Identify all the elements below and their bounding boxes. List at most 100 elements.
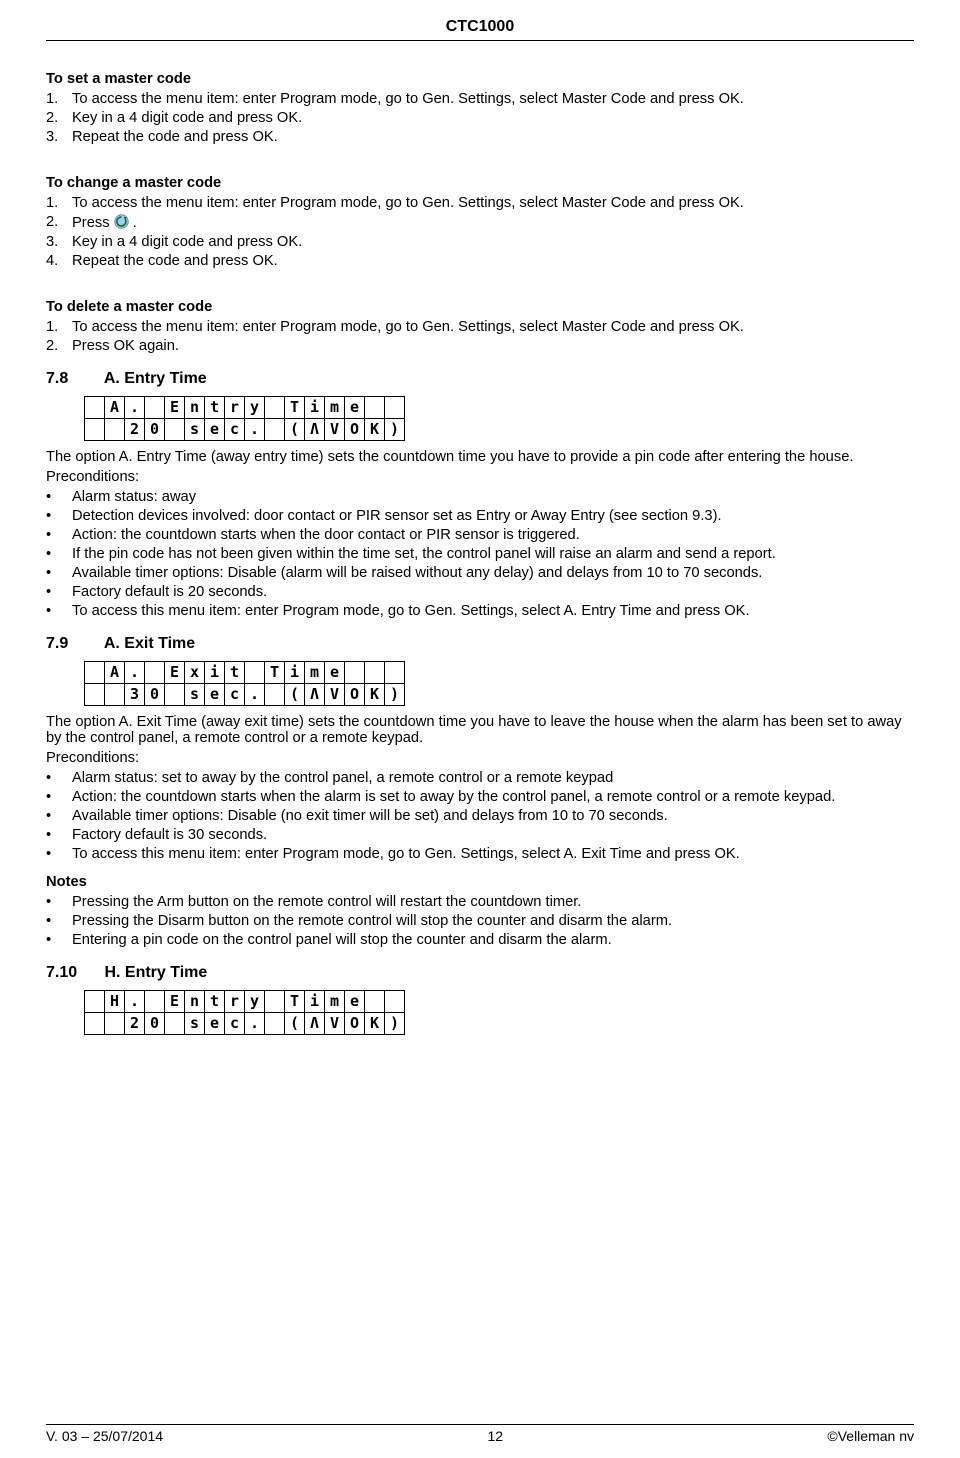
bullet-marker: • bbox=[46, 489, 72, 505]
bullet-text: Action: the countdown starts when the do… bbox=[72, 527, 580, 543]
paragraph: The option A. Exit Time (away exit time)… bbox=[46, 714, 914, 746]
lcd-cell: T bbox=[285, 991, 305, 1013]
lcd-cell: K bbox=[365, 1013, 385, 1035]
lcd-cell: . bbox=[245, 684, 265, 706]
lcd-cell bbox=[345, 662, 365, 684]
bullet-item: •Pressing the Arm button on the remote c… bbox=[46, 894, 914, 910]
lcd-cell: K bbox=[365, 419, 385, 441]
lcd-cell: e bbox=[205, 1013, 225, 1035]
bullet-marker: • bbox=[46, 603, 72, 619]
lcd-cell: 2 bbox=[125, 419, 145, 441]
lcd-cell: A bbox=[105, 397, 125, 419]
text: Press . bbox=[72, 214, 137, 231]
page-footer: V. 03 – 25/07/2014 12 ©Velleman nv bbox=[46, 1424, 914, 1444]
lcd-cell: E bbox=[165, 991, 185, 1013]
lcd-a-entry-time: A. Entry Time 20 sec. (ɅVOK) bbox=[84, 396, 405, 441]
lcd-cell: x bbox=[185, 662, 205, 684]
lcd-cell: Ʌ bbox=[305, 1013, 325, 1035]
lcd-cell bbox=[365, 397, 385, 419]
bullet-marker: • bbox=[46, 527, 72, 543]
heading-delete-master: To delete a master code bbox=[46, 299, 914, 315]
bullet-list-notes: •Pressing the Arm button on the remote c… bbox=[46, 894, 914, 948]
bullet-text: Alarm status: away bbox=[72, 489, 196, 505]
bullet-marker: • bbox=[46, 770, 72, 786]
heading-num: 7.9 bbox=[46, 635, 100, 653]
lcd-cell bbox=[85, 991, 105, 1013]
lcd-cell: e bbox=[205, 684, 225, 706]
bullet-text: To access this menu item: enter Program … bbox=[72, 846, 740, 862]
paragraph: Preconditions: bbox=[46, 469, 914, 485]
bullet-item: •Action: the countdown starts when the a… bbox=[46, 789, 914, 805]
lcd-cell bbox=[85, 397, 105, 419]
text-frag: . bbox=[133, 215, 137, 231]
lcd-cell bbox=[385, 662, 405, 684]
bullet-marker: • bbox=[46, 565, 72, 581]
bullet-item: •Available timer options: Disable (alarm… bbox=[46, 565, 914, 581]
lcd-cell: . bbox=[125, 662, 145, 684]
footer-rule bbox=[46, 1424, 914, 1425]
set-master-step: 2.Key in a 4 digit code and press OK. bbox=[46, 110, 914, 126]
lcd-cell: r bbox=[225, 397, 245, 419]
lcd-cell: c bbox=[225, 684, 245, 706]
lcd-cell: K bbox=[365, 684, 385, 706]
header-rule bbox=[46, 40, 914, 41]
lcd-cell: 2 bbox=[125, 1013, 145, 1035]
bullet-text: Pressing the Disarm button on the remote… bbox=[72, 913, 672, 929]
lcd-cell bbox=[105, 1013, 125, 1035]
lcd-cell: m bbox=[325, 991, 345, 1013]
heading-title: H. Entry Time bbox=[104, 964, 207, 981]
bullet-text: To access this menu item: enter Program … bbox=[72, 603, 750, 619]
bullet-text: Factory default is 20 seconds. bbox=[72, 584, 267, 600]
lcd-cell: . bbox=[245, 1013, 265, 1035]
lcd-cell: e bbox=[205, 419, 225, 441]
bullet-marker: • bbox=[46, 827, 72, 843]
lcd-cell: s bbox=[185, 419, 205, 441]
lcd-cell: i bbox=[305, 991, 325, 1013]
refresh-icon bbox=[114, 214, 129, 229]
lcd-cell bbox=[145, 397, 165, 419]
lcd-cell: e bbox=[325, 662, 345, 684]
bullet-marker: • bbox=[46, 789, 72, 805]
bullet-marker: • bbox=[46, 808, 72, 824]
lcd-cell bbox=[365, 991, 385, 1013]
lcd-cell: 0 bbox=[145, 684, 165, 706]
lcd-cell bbox=[85, 419, 105, 441]
doc-header: CTC1000 bbox=[46, 18, 914, 40]
lcd-cell: O bbox=[345, 684, 365, 706]
change-master-step: 1.To access the menu item: enter Program… bbox=[46, 195, 914, 211]
lcd-cell: m bbox=[305, 662, 325, 684]
lcd-cell bbox=[85, 662, 105, 684]
text: Key in a 4 digit code and press OK. bbox=[72, 110, 302, 126]
bullet-item: •To access this menu item: enter Program… bbox=[46, 603, 914, 619]
lcd-cell: . bbox=[125, 397, 145, 419]
change-master-step: 4.Repeat the code and press OK. bbox=[46, 253, 914, 269]
text-frag: Press bbox=[72, 215, 114, 231]
text: Key in a 4 digit code and press OK. bbox=[72, 234, 302, 250]
paragraph: The option A. Entry Time (away entry tim… bbox=[46, 449, 914, 465]
lcd-cell: n bbox=[185, 991, 205, 1013]
lcd-cell bbox=[145, 991, 165, 1013]
lcd-cell: T bbox=[285, 397, 305, 419]
lcd-cell bbox=[85, 684, 105, 706]
lcd-cell: A bbox=[105, 662, 125, 684]
bullet-text: Pressing the Arm button on the remote co… bbox=[72, 894, 581, 910]
heading-title: A. Entry Time bbox=[104, 370, 207, 387]
lcd-cell: ( bbox=[285, 419, 305, 441]
footer-page-num: 12 bbox=[487, 1428, 503, 1444]
lcd-cell: c bbox=[225, 1013, 245, 1035]
text: To access the menu item: enter Program m… bbox=[72, 195, 744, 211]
lcd-cell: 0 bbox=[145, 1013, 165, 1035]
paragraph: Preconditions: bbox=[46, 750, 914, 766]
lcd-cell bbox=[165, 1013, 185, 1035]
lcd-cell bbox=[385, 991, 405, 1013]
lcd-cell: ( bbox=[285, 684, 305, 706]
heading-set-master: To set a master code bbox=[46, 71, 914, 87]
lcd-cell: 3 bbox=[125, 684, 145, 706]
set-master-step: 3.Repeat the code and press OK. bbox=[46, 129, 914, 145]
bullet-item: •Factory default is 30 seconds. bbox=[46, 827, 914, 843]
bullet-item: •To access this menu item: enter Program… bbox=[46, 846, 914, 862]
heading-7-8: 7.8 A. Entry Time bbox=[46, 370, 914, 388]
bullet-marker: • bbox=[46, 894, 72, 910]
lcd-cell: 0 bbox=[145, 419, 165, 441]
heading-change-master: To change a master code bbox=[46, 175, 914, 191]
